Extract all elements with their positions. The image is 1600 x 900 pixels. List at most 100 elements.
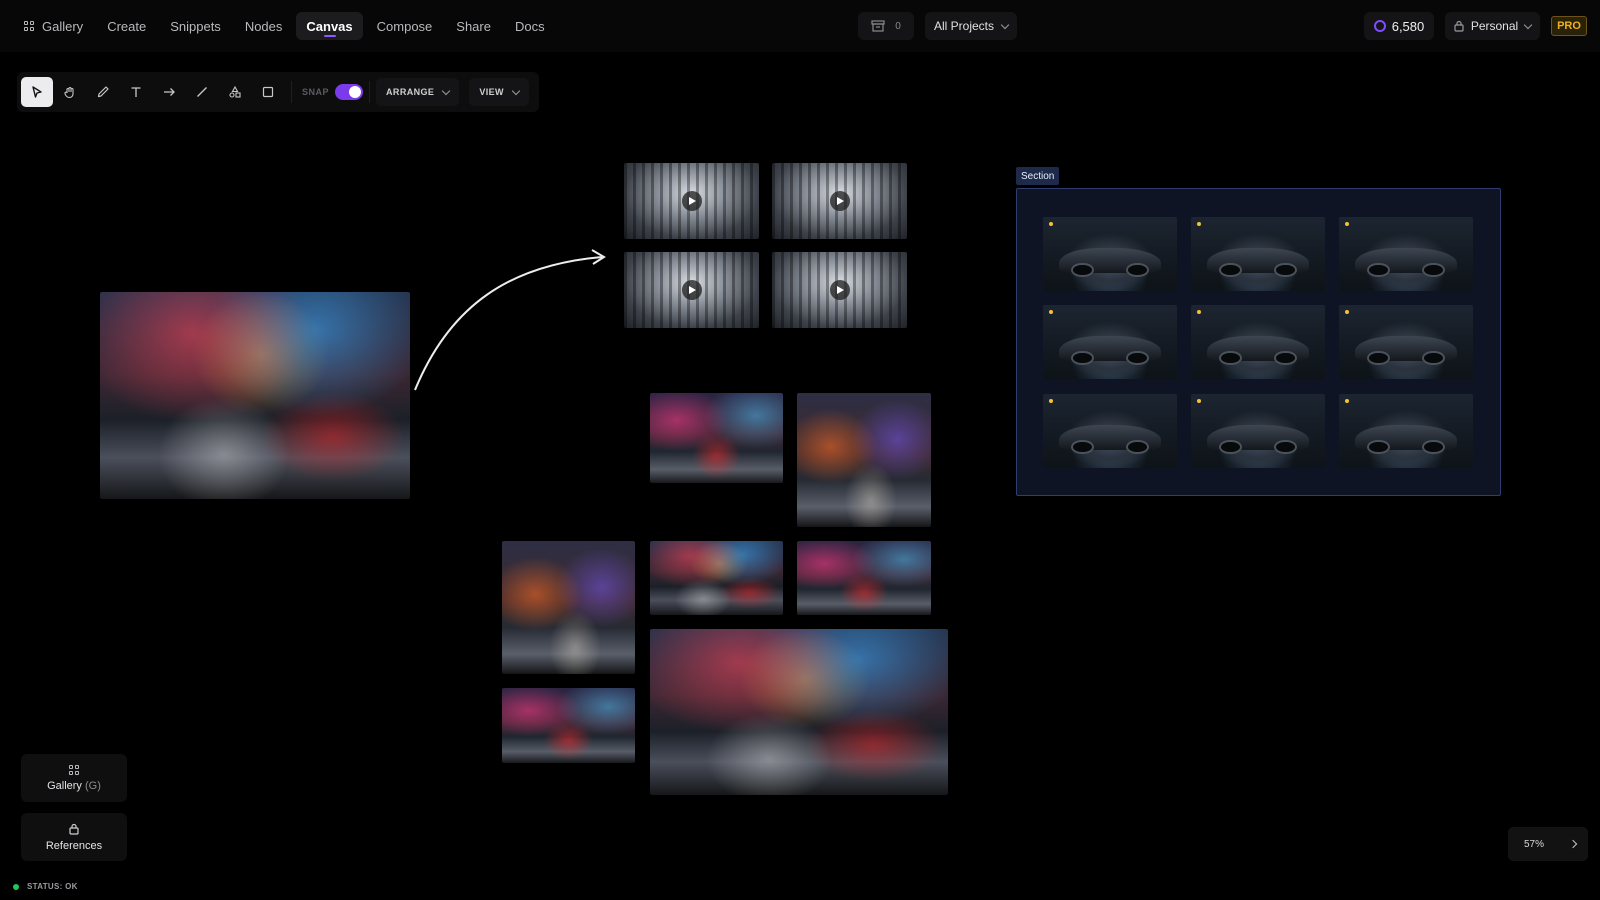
text-icon bbox=[131, 87, 141, 97]
gallery-panel-button[interactable]: Gallery (G) bbox=[21, 754, 127, 802]
marker-dot bbox=[1049, 399, 1053, 403]
section-image[interactable] bbox=[1339, 394, 1473, 468]
section-image[interactable] bbox=[1043, 394, 1177, 468]
pro-badge[interactable]: PRO bbox=[1551, 16, 1587, 36]
section-image[interactable] bbox=[1043, 217, 1177, 291]
frame-tool[interactable] bbox=[252, 77, 284, 107]
marker-dot bbox=[1049, 222, 1053, 226]
chevron-right-icon[interactable] bbox=[1568, 839, 1578, 849]
credits-count: 6,580 bbox=[1391, 18, 1425, 34]
toolbar-divider bbox=[291, 81, 292, 103]
queue-button[interactable]: 0 bbox=[858, 12, 914, 40]
references-label: References bbox=[45, 839, 103, 852]
play-icon[interactable] bbox=[829, 280, 850, 300]
chevron-down-icon bbox=[1000, 20, 1010, 29]
references-panel-button[interactable]: References bbox=[21, 813, 127, 861]
zoom-control[interactable]: 57% bbox=[1508, 827, 1588, 861]
play-icon[interactable] bbox=[829, 191, 850, 211]
nav-canvas[interactable]: Canvas bbox=[296, 12, 363, 40]
cursor-icon bbox=[32, 86, 42, 98]
arrange-menu[interactable]: ARRANGE bbox=[376, 78, 460, 106]
nav-share[interactable]: Share bbox=[446, 12, 501, 40]
nav-docs[interactable]: Docs bbox=[505, 12, 555, 40]
grid-icon bbox=[24, 21, 34, 31]
marker-dot bbox=[1345, 399, 1349, 403]
nav-share-label: Share bbox=[456, 18, 491, 34]
marker-dot bbox=[1345, 310, 1349, 314]
canvas-video[interactable] bbox=[772, 163, 907, 239]
hand-tool[interactable] bbox=[54, 77, 86, 107]
nav-create-label: Create bbox=[107, 18, 147, 34]
pen-tool[interactable] bbox=[87, 77, 119, 107]
nav-create[interactable]: Create bbox=[97, 12, 156, 40]
gallery-panel-label: Gallery (G) bbox=[47, 780, 101, 792]
canvas-video[interactable] bbox=[624, 252, 759, 328]
canvas-image[interactable] bbox=[502, 688, 635, 763]
chevron-down-icon bbox=[1523, 20, 1533, 29]
section-image[interactable] bbox=[1043, 305, 1177, 379]
arrow-right-icon bbox=[164, 88, 175, 96]
section-image[interactable] bbox=[1191, 305, 1325, 379]
marker-dot bbox=[1197, 310, 1201, 314]
line-tool[interactable] bbox=[186, 77, 218, 107]
section-image[interactable] bbox=[1339, 217, 1473, 291]
toolbar-divider bbox=[369, 81, 371, 103]
play-icon[interactable] bbox=[681, 280, 702, 300]
select-tool[interactable] bbox=[21, 77, 53, 107]
canvas-image[interactable] bbox=[650, 629, 948, 795]
canvas-image[interactable] bbox=[502, 541, 635, 674]
status-dot bbox=[13, 883, 19, 890]
car-shape bbox=[1059, 248, 1161, 278]
section-image[interactable] bbox=[1191, 394, 1325, 468]
play-icon[interactable] bbox=[681, 191, 702, 211]
shapes-tool[interactable] bbox=[219, 77, 251, 107]
canvas-image[interactable] bbox=[650, 541, 783, 615]
lock-icon bbox=[1454, 20, 1464, 32]
credits-badge[interactable]: 6,580 bbox=[1364, 12, 1434, 40]
view-menu[interactable]: VIEW bbox=[469, 78, 529, 106]
car-shape bbox=[1207, 336, 1309, 366]
nav-nodes[interactable]: Nodes bbox=[235, 12, 293, 40]
section-image[interactable] bbox=[1339, 305, 1473, 379]
nav-snippets-label: Snippets bbox=[170, 18, 221, 34]
car-shape bbox=[1355, 425, 1457, 455]
nav-gallery-label: Gallery bbox=[42, 18, 84, 34]
snap-label: SNAP bbox=[302, 87, 330, 97]
canvas-image[interactable] bbox=[797, 393, 931, 527]
nav-gallery[interactable]: Gallery bbox=[14, 12, 93, 40]
pencil-icon bbox=[97, 86, 109, 98]
gallery-label: Gallery bbox=[47, 779, 82, 792]
status-indicator: STATUS: OK bbox=[13, 882, 78, 891]
canvas-image[interactable] bbox=[650, 393, 783, 483]
gallery-shortcut: (G) bbox=[85, 779, 101, 792]
canvas-video[interactable] bbox=[772, 252, 907, 328]
marker-dot bbox=[1049, 310, 1053, 314]
car-shape bbox=[1207, 425, 1309, 455]
nav-compose-label: Compose bbox=[376, 18, 433, 34]
projects-dropdown[interactable]: All Projects bbox=[925, 12, 1017, 40]
text-tool[interactable] bbox=[120, 77, 152, 107]
marker-dot bbox=[1197, 222, 1201, 226]
canvas-video[interactable] bbox=[624, 163, 759, 239]
nav-snippets[interactable]: Snippets bbox=[160, 12, 231, 40]
status-text: STATUS: OK bbox=[27, 882, 78, 891]
chevron-down-icon bbox=[442, 86, 451, 95]
arrow-tool[interactable] bbox=[153, 77, 185, 107]
section-image[interactable] bbox=[1191, 217, 1325, 291]
shapes-icon bbox=[229, 85, 241, 98]
nav-nodes-label: Nodes bbox=[244, 18, 283, 34]
nav-compose[interactable]: Compose bbox=[367, 12, 443, 40]
top-bar: Gallery Create Snippets Nodes Canvas Com… bbox=[0, 0, 1600, 52]
arrange-label: ARRANGE bbox=[386, 87, 435, 97]
canvas-image[interactable] bbox=[797, 541, 931, 615]
credits-icon bbox=[1373, 20, 1386, 32]
nav-canvas-label: Canvas bbox=[306, 18, 353, 34]
snap-toggle[interactable] bbox=[335, 84, 364, 100]
lock-icon bbox=[69, 823, 79, 835]
car-shape bbox=[1059, 336, 1161, 366]
chevron-down-icon bbox=[511, 86, 521, 95]
section-label[interactable]: Section bbox=[1016, 167, 1060, 185]
connector-arrow[interactable] bbox=[410, 245, 610, 395]
workspace-dropdown[interactable]: Personal bbox=[1445, 12, 1540, 40]
canvas-image-source[interactable] bbox=[100, 292, 410, 499]
